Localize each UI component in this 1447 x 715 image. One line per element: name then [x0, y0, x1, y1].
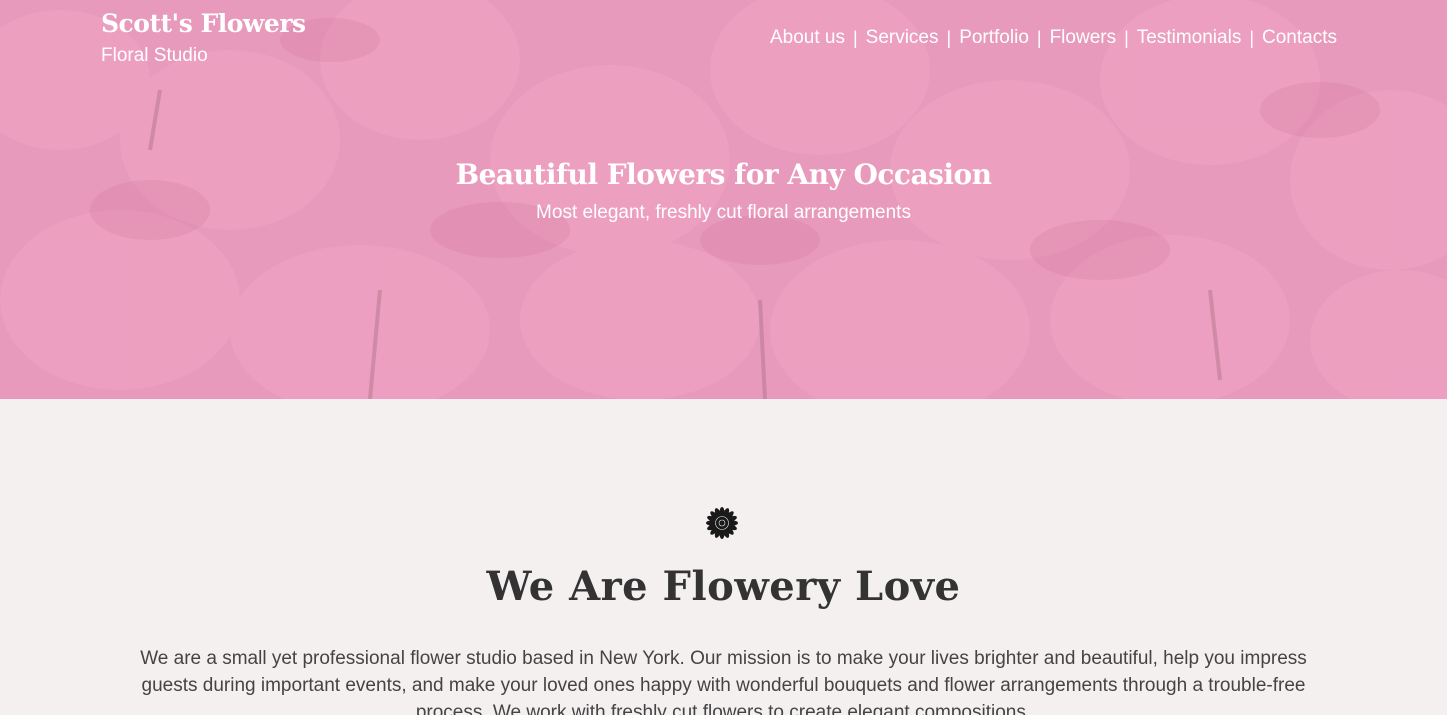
about-title: We Are Flowery Love [486, 563, 961, 610]
nav-separator: | [1249, 27, 1255, 48]
hero-banner: Scott's Flowers Floral Studio About us |… [0, 0, 1447, 399]
hero-subtitle: Most elegant, freshly cut floral arrange… [536, 202, 911, 223]
nav-services[interactable]: Services [866, 26, 939, 50]
main-nav: About us | Services | Portfolio | Flower… [770, 26, 1337, 50]
nav-testimonials[interactable]: Testimonials [1137, 26, 1242, 50]
flower-icon [706, 507, 738, 539]
nav-separator: | [1036, 27, 1042, 48]
brand-tagline: Floral Studio [101, 45, 208, 66]
nav-flowers[interactable]: Flowers [1050, 26, 1117, 50]
about-description: We are a small yet professional flower s… [140, 648, 1307, 715]
nav-portfolio[interactable]: Portfolio [959, 26, 1029, 50]
brand-name[interactable]: Scott's Flowers [101, 8, 306, 40]
nav-separator: | [1124, 27, 1129, 48]
hero-title: Beautiful Flowers for Any Occasion [455, 158, 992, 191]
nav-about-us[interactable]: About us [770, 26, 845, 50]
brand-logo[interactable]: Scott's Flowers Floral Studio [101, 8, 306, 68]
nav-contacts[interactable]: Contacts [1262, 26, 1337, 50]
nav-separator: | [852, 27, 858, 48]
nav-separator: | [946, 27, 952, 48]
